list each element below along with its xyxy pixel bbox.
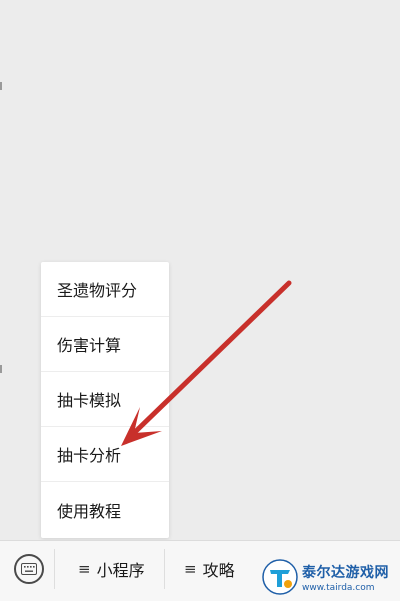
chat-screen: 圣遗物评分 伤害计算 抽卡模拟 抽卡分析 使用教程 ≡ 小程序 ≡ 攻略 泰尔达… [0, 0, 400, 601]
site-watermark: 泰尔达游戏网 www.tairda.com [262, 557, 396, 597]
watermark-title: 泰尔达游戏网 [302, 564, 389, 581]
watermark-url: www.tairda.com [302, 582, 375, 593]
annotation-arrow [121, 280, 292, 446]
watermark-logo-icon [262, 559, 298, 595]
